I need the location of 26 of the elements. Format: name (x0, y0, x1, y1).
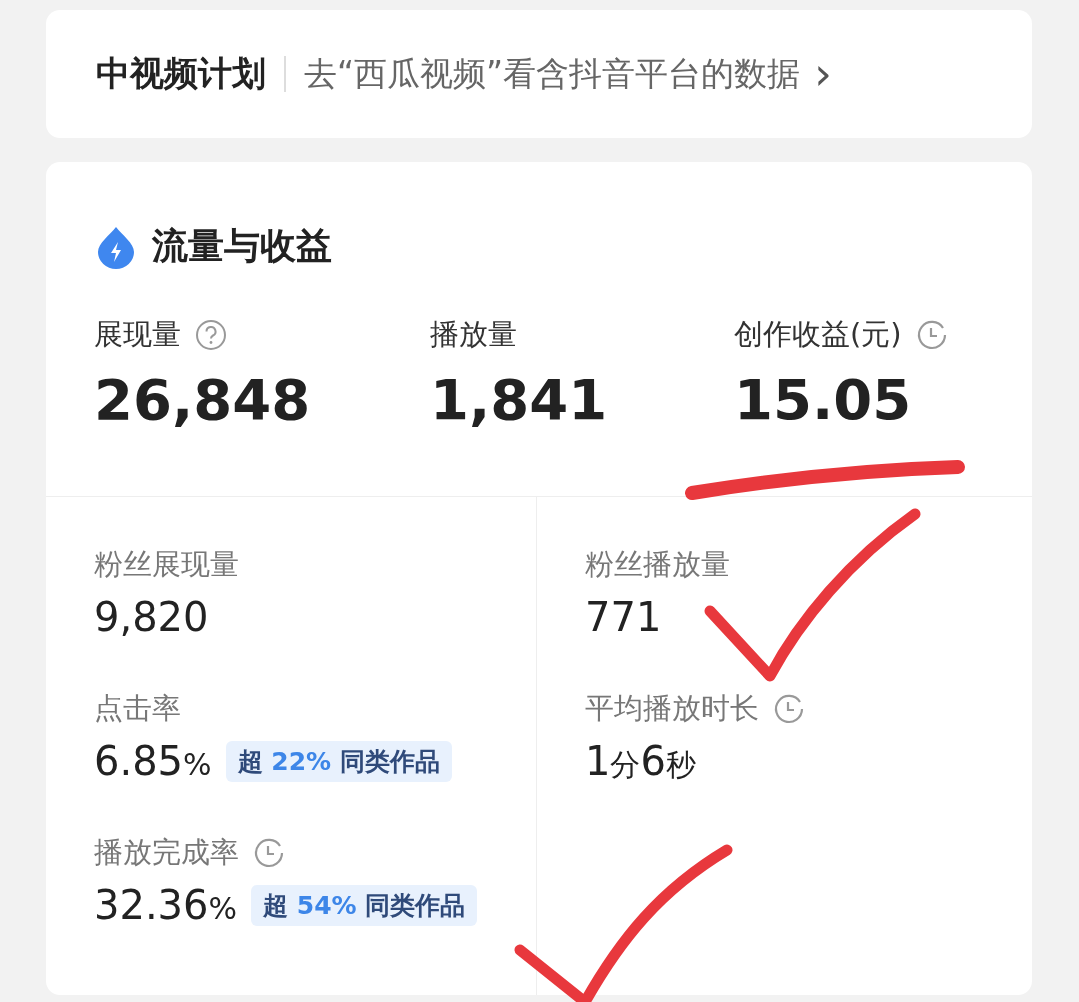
metric-label: 平均播放时长 (585, 690, 759, 727)
metric-label: 播放量 (430, 316, 517, 353)
metric-value: 1,841 (430, 369, 609, 431)
metric-value: 26,848 (94, 369, 312, 431)
help-icon[interactable] (195, 319, 227, 351)
metric-value: 771 (585, 595, 662, 639)
plan-banner[interactable]: 中视频计划 去“西瓜视频”看含抖音平台的数据 › (46, 10, 1032, 138)
clock-icon[interactable] (915, 319, 948, 351)
metric-value: 1分6秒 (585, 739, 696, 783)
clock-icon[interactable] (253, 837, 285, 869)
banner-title: 中视频计划 (96, 52, 266, 95)
metric-value: 15.05 (734, 369, 913, 431)
metric-value: 32.36% (94, 883, 238, 927)
metric-value: 9,820 (94, 595, 209, 639)
section-title: 流量与收益 (152, 224, 332, 268)
metric-label: 播放完成率 (94, 834, 239, 871)
metric-label: 展现量 (94, 316, 181, 353)
platform-data-link[interactable]: 去“西瓜视频”看含抖音平台的数据 › (304, 51, 832, 97)
metric-label: 创作收益(元) (734, 316, 902, 353)
clock-icon[interactable] (773, 693, 805, 725)
metric-value: 6.85% (94, 739, 212, 783)
comparison-badge: 超 22% 同类作品 (225, 740, 452, 782)
metric-label: 粉丝展现量 (94, 546, 239, 583)
metric-label: 粉丝播放量 (585, 546, 730, 583)
metric-label: 点击率 (94, 690, 181, 727)
comparison-badge: 超 54% 同类作品 (251, 884, 478, 926)
